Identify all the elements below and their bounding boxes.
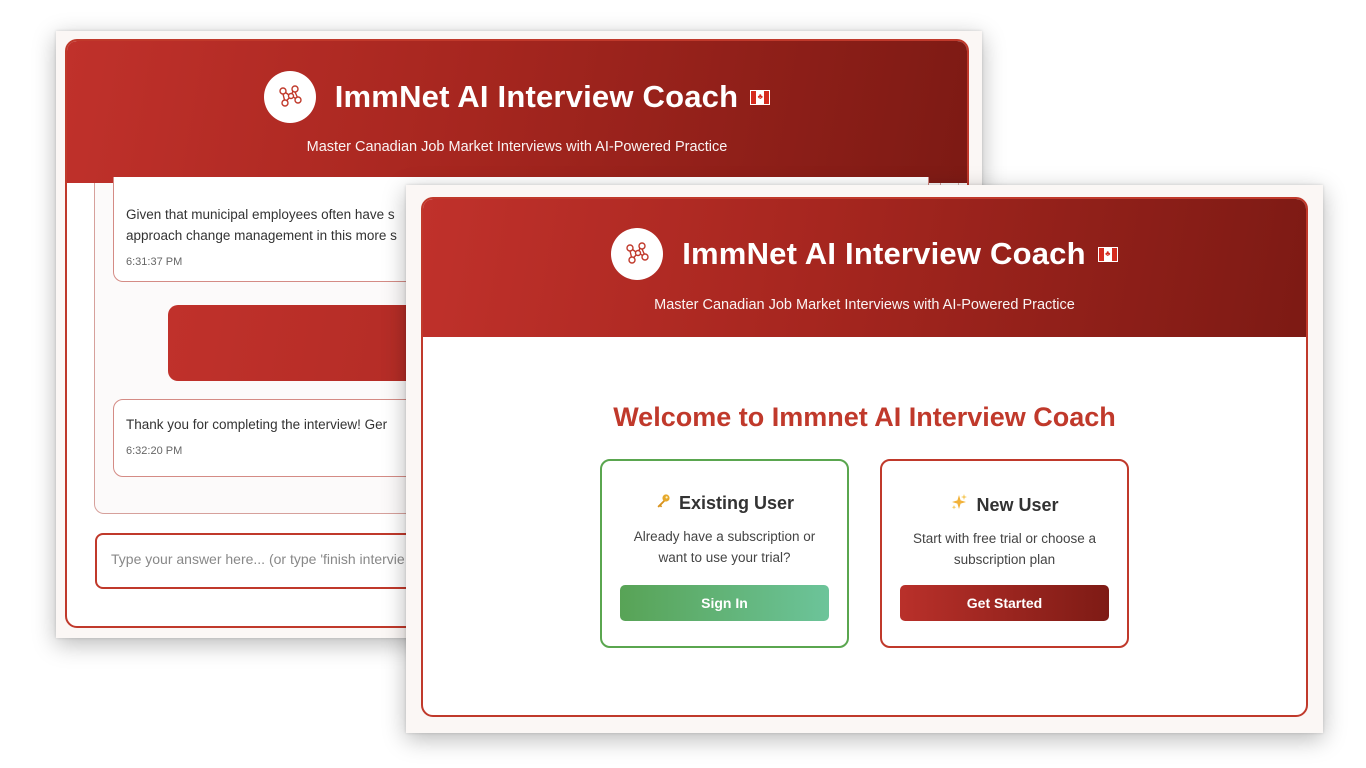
new-user-card[interactable]: New User Start with free trial or choose…	[880, 459, 1129, 648]
title-row: ImmNet AI Interview Coach ♣	[423, 228, 1306, 280]
sparkles-icon	[950, 493, 968, 516]
app-subtitle: Master Canadian Job Market Interviews wi…	[654, 297, 1075, 313]
app-subtitle: Master Canadian Job Market Interviews wi…	[306, 139, 728, 155]
welcome-app-frame: ImmNet AI Interview Coach ♣ Master Canad…	[421, 197, 1308, 717]
card-title-text: New User	[976, 495, 1059, 515]
card-description: Already have a subscription or want to u…	[633, 529, 816, 565]
app-header: ImmNet AI Interview Coach ♣ Master Canad…	[67, 41, 967, 183]
canada-flag-icon: ♣	[1097, 246, 1118, 262]
key-icon	[655, 493, 671, 514]
sign-in-button[interactable]: Sign In	[620, 585, 829, 621]
app-title: ImmNet AI Interview Coach	[682, 236, 1086, 271]
canada-flag-icon: ♣	[750, 89, 771, 105]
card-title: New User	[882, 493, 1127, 516]
app-header: ImmNet AI Interview Coach ♣ Master Canad…	[423, 199, 1306, 337]
existing-user-card[interactable]: Existing User Already have a subscriptio…	[600, 459, 849, 648]
card-title: Existing User	[602, 493, 847, 514]
logo-icon	[263, 71, 316, 123]
app-title: ImmNet AI Interview Coach	[334, 79, 739, 114]
welcome-heading: Welcome to Immnet AI Interview Coach	[613, 402, 1116, 432]
card-description: Start with free trial or choose a subscr…	[912, 531, 1097, 567]
logo-icon	[611, 228, 664, 280]
get-started-button[interactable]: Get Started	[900, 585, 1109, 621]
card-title-text: Existing User	[678, 493, 795, 513]
welcome-window: ImmNet AI Interview Coach ♣ Master Canad…	[406, 185, 1323, 733]
title-row: ImmNet AI Interview Coach ♣	[67, 71, 967, 123]
